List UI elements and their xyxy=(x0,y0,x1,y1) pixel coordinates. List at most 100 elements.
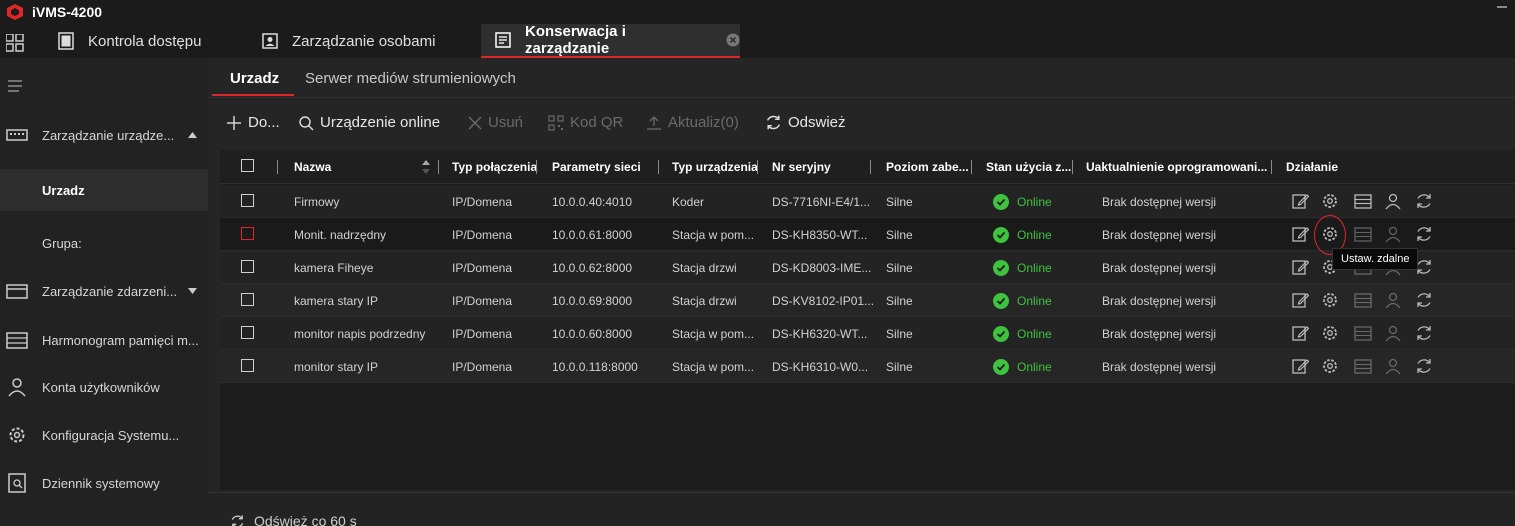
cell-level: Silne xyxy=(886,360,913,374)
status-badge: Online xyxy=(993,194,1052,210)
window-menu-icon[interactable] xyxy=(1495,6,1509,16)
edit-icon[interactable] xyxy=(1291,357,1309,375)
edit-icon[interactable] xyxy=(1291,324,1309,342)
storage-icon[interactable] xyxy=(1354,357,1372,375)
gear-icon[interactable] xyxy=(1321,291,1339,309)
user-icon[interactable] xyxy=(1384,192,1402,210)
col-name[interactable]: Nazwa xyxy=(294,160,331,174)
column-separator xyxy=(536,160,537,174)
col-firmware-update[interactable]: Uaktualnienie oprogramowani... xyxy=(1086,160,1267,174)
refresh-icon[interactable] xyxy=(1415,225,1433,243)
sort-icon[interactable] xyxy=(421,160,431,174)
tab-maintenance[interactable]: Konserwacja i zarządzanie xyxy=(481,23,740,58)
storage-icon[interactable] xyxy=(1354,225,1372,243)
tab-person-management[interactable]: Zarządzanie osobami xyxy=(262,24,435,58)
cell-level: Silne xyxy=(886,228,913,242)
table-row[interactable]: Firmowy IP/Domena 10.0.0.40:4010 Koder DS-77… xyxy=(220,185,1515,218)
status-text: Online xyxy=(1017,294,1052,308)
status-badge: Online xyxy=(993,227,1052,243)
user-icon[interactable] xyxy=(1384,357,1402,375)
online-device-button[interactable]: Urządzenie online xyxy=(298,114,440,131)
grid-menu-icon[interactable] xyxy=(6,34,24,52)
tab-devices[interactable]: Urzadz xyxy=(230,70,279,87)
tab-access-control[interactable]: Kontrola dostępu xyxy=(58,24,201,58)
status-text: Online xyxy=(1017,327,1052,341)
tab-streaming-server[interactable]: Serwer mediów strumieniowych xyxy=(305,70,516,87)
col-device-type[interactable]: Typ urządzenia xyxy=(672,160,758,174)
hamburger-menu-icon[interactable] xyxy=(8,80,24,92)
sidebar-item-storage-schedule[interactable]: Harmonogram pamięci m... xyxy=(0,320,208,360)
cell-serial: DS-KH6320-WT... xyxy=(772,327,868,341)
cell-update: Brak dostępnej wersji xyxy=(1102,294,1217,308)
sidebar-item-event-management[interactable]: Zarządzanie zdarzeni... xyxy=(0,271,208,311)
user-icon[interactable] xyxy=(1384,225,1402,243)
row-checkbox[interactable] xyxy=(241,359,254,372)
sidebar-item-devices[interactable]: Urzadz xyxy=(0,169,208,211)
col-usage-status[interactable]: Stan użycia z... xyxy=(986,160,1071,174)
check-circle-icon xyxy=(993,260,1009,276)
close-tab-icon[interactable] xyxy=(726,33,740,47)
table-row[interactable]: kamera Fiheye IP/Domena 10.0.0.62:8000 Stac… xyxy=(220,251,1515,284)
row-checkbox[interactable] xyxy=(241,293,254,306)
col-serial[interactable]: Nr seryjny xyxy=(772,160,831,174)
edit-icon[interactable] xyxy=(1291,192,1309,210)
add-device-button[interactable]: Do... xyxy=(226,114,280,131)
sidebar-item-system-config[interactable]: Konfiguracja Systemu... xyxy=(0,415,208,455)
user-icon[interactable] xyxy=(1384,291,1402,309)
table-row[interactable]: monitor stary IP IP/Domena 10.0.0.118:8000… xyxy=(220,350,1515,383)
column-separator xyxy=(277,160,278,174)
event-icon xyxy=(6,284,28,299)
refresh-icon[interactable] xyxy=(1415,291,1433,309)
cell-name: Monit. nadrzędny xyxy=(294,228,387,242)
check-circle-icon xyxy=(993,227,1009,243)
col-connection-type[interactable]: Typ połączenia xyxy=(452,160,537,174)
user-icon[interactable] xyxy=(1384,324,1402,342)
sidebar-item-user-accounts[interactable]: Konta użytkowników xyxy=(0,367,208,407)
storage-icon[interactable] xyxy=(1354,192,1372,210)
title-bar: iVMS-4200 xyxy=(0,0,1515,24)
qr-code-button[interactable]: Kod QR xyxy=(548,114,623,131)
edit-icon[interactable] xyxy=(1291,225,1309,243)
check-circle-icon xyxy=(993,359,1009,375)
select-all-checkbox[interactable] xyxy=(241,159,254,172)
row-checkbox[interactable] xyxy=(241,194,254,207)
sidebar-item-device-management[interactable]: Zarządzanie urządze... xyxy=(0,115,208,155)
column-separator xyxy=(1271,160,1272,174)
cell-level: Silne xyxy=(886,261,913,275)
refresh-icon[interactable] xyxy=(1415,324,1433,342)
sidebar-item-system-log[interactable]: Dziennik systemowy xyxy=(0,463,208,503)
column-separator xyxy=(1072,160,1073,174)
cell-name: kamera stary IP xyxy=(294,294,379,308)
row-checkbox[interactable] xyxy=(241,260,254,273)
column-separator xyxy=(971,160,972,174)
caret-up-icon xyxy=(188,132,197,138)
check-circle-icon xyxy=(993,194,1009,210)
col-network[interactable]: Parametry sieci xyxy=(552,160,641,174)
sidebar-item-group[interactable]: Grupa: xyxy=(0,223,208,263)
row-checkbox[interactable] xyxy=(241,326,254,339)
cell-net: 10.0.0.118:8000 xyxy=(552,360,638,374)
cell-serial: DS-KH6310-W0... xyxy=(772,360,869,374)
cell-name: Firmowy xyxy=(294,195,340,209)
table-row[interactable]: kamera stary IP IP/Domena 10.0.0.69:8000 St… xyxy=(220,284,1515,317)
gear-icon[interactable] xyxy=(1321,192,1339,210)
cell-level: Silne xyxy=(886,294,913,308)
cell-update: Brak dostępnej wersji xyxy=(1102,228,1217,242)
upgrade-button[interactable]: Aktualiz(0) xyxy=(646,114,739,131)
refresh-button[interactable]: Odswież xyxy=(765,114,846,131)
row-checkbox[interactable] xyxy=(241,227,254,240)
gear-icon[interactable] xyxy=(1321,324,1339,342)
delete-button[interactable]: Usuń xyxy=(468,114,523,131)
refresh-icon[interactable] xyxy=(1415,192,1433,210)
storage-icon[interactable] xyxy=(1354,324,1372,342)
col-security-level[interactable]: Poziom zabe... xyxy=(886,160,969,174)
table-row[interactable]: monitor napis podrzedny IP/Domena 10.0.0.6… xyxy=(220,317,1515,350)
main-panel: Urzadz Serwer mediów strumieniowych Do..… xyxy=(208,58,1515,526)
refresh-icon[interactable] xyxy=(1415,357,1433,375)
edit-icon[interactable] xyxy=(1291,258,1309,276)
gear-icon[interactable] xyxy=(1321,357,1339,375)
storage-icon[interactable] xyxy=(1354,291,1372,309)
cell-level: Silne xyxy=(886,195,913,209)
edit-icon[interactable] xyxy=(1291,291,1309,309)
cell-type: Stacja w pom... xyxy=(672,228,755,242)
